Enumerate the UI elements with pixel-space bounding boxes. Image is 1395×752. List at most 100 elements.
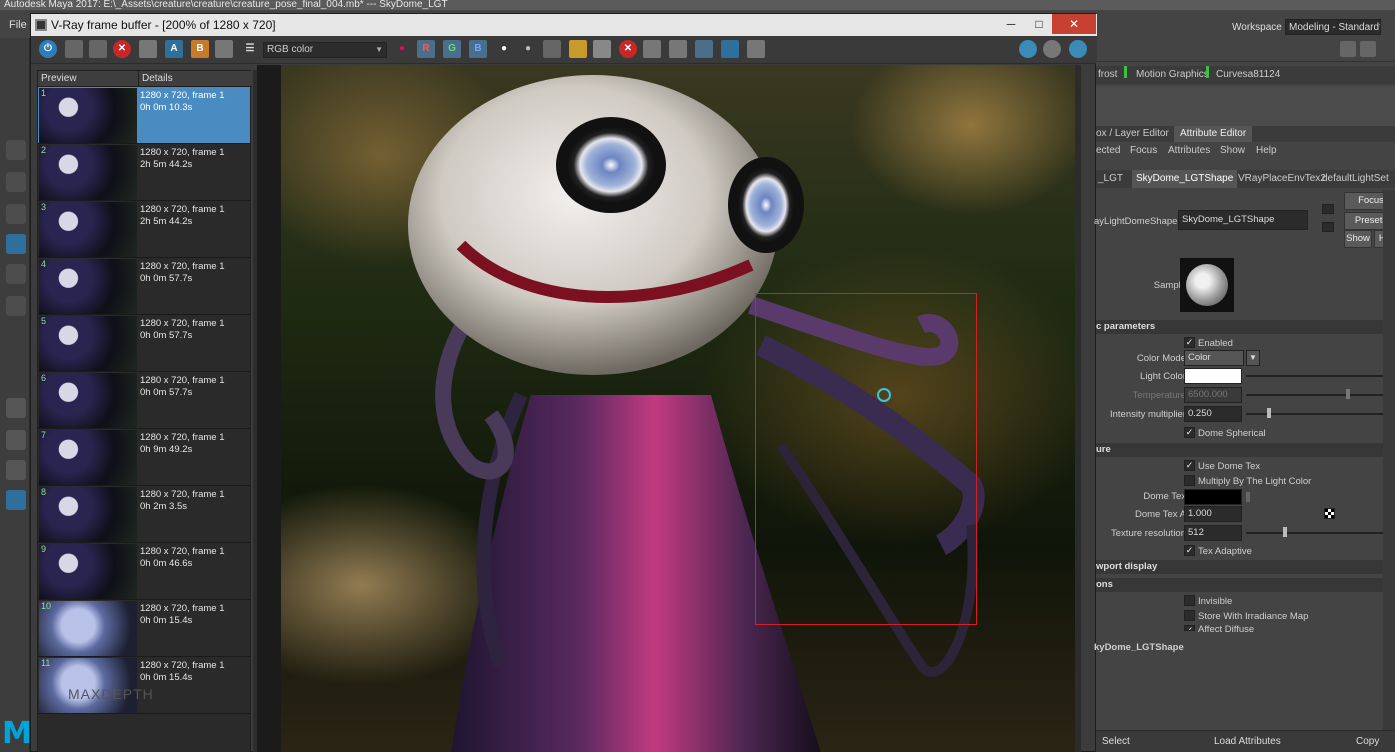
region-icon[interactable] [139, 40, 157, 58]
use-dome-tex-checkbox[interactable]: ✓ [1184, 460, 1195, 471]
node-tab-lgt[interactable]: _LGT [1094, 170, 1127, 188]
lasso-tool-icon[interactable] [6, 172, 26, 192]
shelf-tab-motion-graphics[interactable]: Motion Graphics [1136, 66, 1209, 84]
output-connection-icon[interactable] [1322, 222, 1334, 232]
color-channels-icon[interactable]: ● [393, 40, 411, 58]
clear-icon[interactable]: ✕ [113, 40, 131, 58]
menu-show[interactable]: Show [1220, 142, 1245, 160]
light-color-swatch[interactable] [1184, 368, 1242, 384]
outliner-view-icon[interactable] [6, 490, 26, 510]
history-item[interactable]: 3 1280 x 720, frame 1 2h 5m 44.2s [38, 201, 250, 258]
stop-icon[interactable]: ✕ [619, 40, 637, 58]
load-attributes-button[interactable]: Load Attributes [1214, 731, 1281, 752]
teapot-render-icon[interactable] [1019, 40, 1037, 58]
enabled-checkbox[interactable]: ✓ [1184, 337, 1195, 348]
section-texture[interactable]: ure [1096, 443, 1395, 457]
minimize-button[interactable]: ─ [997, 14, 1025, 34]
node-tab-skydome-shape[interactable]: SkyDome_LGTShape [1132, 170, 1238, 188]
tab-attribute-editor[interactable]: Attribute Editor [1174, 126, 1253, 142]
power-icon[interactable]: ⏻ [39, 40, 57, 58]
history-item[interactable]: 8 1280 x 720, frame 1 0h 2m 3.5s [38, 486, 250, 543]
affect-diffuse-checkbox[interactable]: ✓ [1184, 625, 1195, 631]
dome-tex-swatch[interactable] [1184, 489, 1242, 505]
copy-icon[interactable] [593, 40, 611, 58]
node-tab-defaultlightset[interactable]: defaultLightSet [1318, 170, 1393, 188]
attribute-toggle-icon[interactable] [1340, 41, 1356, 57]
maximize-button[interactable]: □ [1025, 14, 1053, 34]
four-view-icon[interactable] [6, 430, 26, 450]
preview-column-header[interactable]: Preview [41, 71, 77, 87]
history-item[interactable]: 2 1280 x 720, frame 1 2h 5m 44.2s [38, 144, 250, 201]
intensity-slider-knob[interactable] [1267, 408, 1271, 418]
blue-channel-button[interactable]: B [469, 40, 487, 58]
texture-resolution-slider[interactable] [1246, 532, 1386, 534]
section-viewport-display[interactable]: wport display [1096, 560, 1395, 574]
select-button[interactable]: Select [1102, 731, 1130, 752]
multiply-light-checkbox[interactable] [1184, 475, 1195, 486]
red-channel-button[interactable]: R [417, 40, 435, 58]
close-button[interactable]: ✕ [1052, 14, 1096, 34]
dome-tex-a-field[interactable]: 1.000 [1184, 506, 1242, 522]
select-tool-icon[interactable] [6, 140, 26, 160]
temperature-slider-knob[interactable] [1346, 389, 1350, 399]
mono-icon[interactable]: ● [519, 40, 537, 58]
intensity-field[interactable]: 0.250 [1184, 406, 1242, 422]
layout-icon[interactable] [6, 398, 26, 418]
green-channel-button[interactable]: G [443, 40, 461, 58]
follow-mouse-icon[interactable] [643, 40, 661, 58]
menu-selected[interactable]: ected [1096, 142, 1120, 160]
render-view-scrollbar[interactable] [1075, 65, 1081, 752]
pixel-info-icon[interactable] [721, 40, 739, 58]
node-name-field[interactable]: SkyDome_LGTShape [1178, 210, 1308, 230]
paint-tool-icon[interactable] [6, 204, 26, 224]
light-color-slider[interactable] [1246, 375, 1386, 377]
copy-tab-button[interactable]: Copy Tab [1356, 731, 1395, 752]
temperature-field[interactable]: 6500.000 [1184, 387, 1242, 403]
node-tab-placeenvtex[interactable]: VRayPlaceEnvTex2 [1234, 170, 1330, 188]
checker-icon[interactable] [1324, 508, 1335, 519]
rotate-tool-icon[interactable] [6, 264, 26, 284]
show-button[interactable]: Show [1344, 230, 1372, 248]
channel-select[interactable]: RGB color ▼ [263, 42, 387, 58]
tool-settings-icon[interactable] [1360, 41, 1376, 57]
menu-focus[interactable]: Focus [1130, 142, 1157, 160]
alpha-icon[interactable]: ● [495, 40, 513, 58]
history-item[interactable]: 7 1280 x 720, frame 1 0h 9m 49.2s [38, 429, 250, 486]
history-item[interactable]: 5 1280 x 720, frame 1 0h 0m 57.7s [38, 315, 250, 372]
history-item[interactable]: 10 1280 x 720, frame 1 0h 0m 15.4s [38, 600, 250, 657]
channel-b-button[interactable]: B [191, 40, 209, 58]
workspace-select[interactable]: Modeling - Standard* [1285, 19, 1381, 35]
render-view[interactable] [257, 65, 1081, 752]
dome-tex-slider-knob[interactable] [1246, 492, 1250, 502]
menu-icon[interactable]: ☰ [241, 40, 259, 58]
attribute-editor-scrollbar[interactable] [1383, 190, 1395, 730]
render-region-icon[interactable] [695, 40, 713, 58]
shelf-tab-frost[interactable]: frost [1098, 66, 1117, 84]
texture-resolution-field[interactable]: 512 [1184, 525, 1242, 541]
history-item[interactable]: 1 1280 x 720, frame 1 0h 0m 10.3s [38, 87, 250, 144]
save-image-icon[interactable] [543, 40, 561, 58]
file-menu[interactable]: File [9, 19, 27, 31]
chevron-down-icon[interactable]: ▼ [1246, 350, 1260, 366]
details-column-header[interactable]: Details [142, 71, 173, 87]
render-region-box[interactable] [755, 293, 977, 625]
temperature-slider[interactable] [1246, 394, 1386, 396]
input-output-icon[interactable] [1322, 204, 1334, 214]
color-mode-select[interactable]: Color [1184, 350, 1244, 366]
history-item[interactable]: 6 1280 x 720, frame 1 0h 0m 57.7s [38, 372, 250, 429]
channel-a-button[interactable]: A [165, 40, 183, 58]
teapot-ipr-icon[interactable] [1069, 40, 1087, 58]
save-all-icon[interactable] [89, 40, 107, 58]
texture-resolution-slider-knob[interactable] [1283, 527, 1287, 537]
tex-adaptive-checkbox[interactable]: ✓ [1184, 545, 1195, 556]
scale-tool-icon[interactable] [6, 296, 26, 316]
move-tool-icon[interactable] [6, 234, 26, 254]
history-item[interactable]: 4 1280 x 720, frame 1 0h 0m 57.7s [38, 258, 250, 315]
history-item[interactable]: 9 1280 x 720, frame 1 0h 0m 46.6s [38, 543, 250, 600]
shelf-tab-curves[interactable]: Curvesa81124 [1216, 66, 1280, 84]
ipr-icon[interactable] [1043, 40, 1061, 58]
store-irradiance-checkbox[interactable] [1184, 610, 1195, 621]
menu-attributes[interactable]: Attributes [1168, 142, 1210, 160]
compare-icon[interactable] [215, 40, 233, 58]
section-options[interactable]: ons [1096, 578, 1395, 592]
